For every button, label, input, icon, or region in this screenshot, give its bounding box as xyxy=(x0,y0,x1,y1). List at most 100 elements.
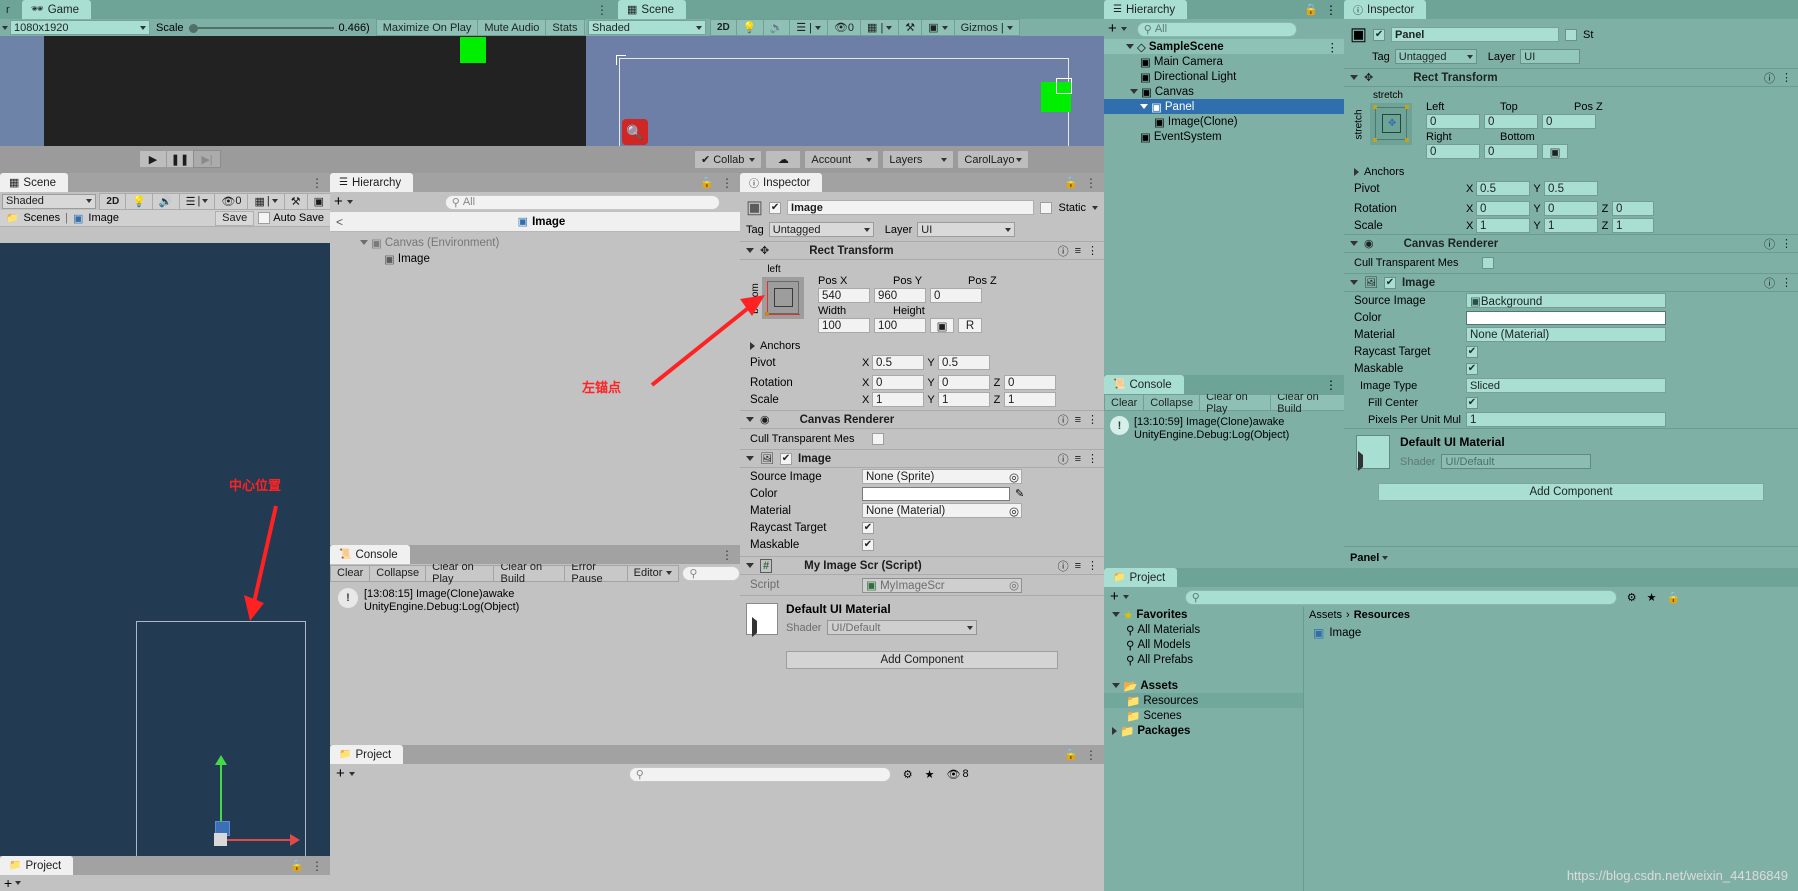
lock-icon[interactable]: 🔒 xyxy=(290,859,304,872)
scene-left-canvas[interactable]: ✻ 中心位置 xyxy=(0,243,330,891)
kebab-menu-icon[interactable]: ⋮ xyxy=(311,859,323,873)
blueprint-mode-toggle[interactable]: ▣ xyxy=(1542,144,1568,159)
layer-dropdown[interactable]: UI xyxy=(1520,49,1581,64)
chevron-down-icon[interactable] xyxy=(746,417,754,422)
breadcrumb-resources[interactable]: Resources xyxy=(1354,609,1410,621)
pivot-x-input[interactable]: 0.5 xyxy=(872,355,924,370)
project-right-tree[interactable]: ★ Favorites ⚲ All Materials ⚲ All Models… xyxy=(1104,607,1304,891)
project-lock-icon[interactable]: 🔒 xyxy=(1667,591,1681,604)
kebab-menu-icon[interactable]: ⋮ xyxy=(1327,40,1345,54)
scene-tab-kebab-icon[interactable]: ⋮ xyxy=(586,0,618,19)
scene-left-shading-dropdown[interactable]: Shaded xyxy=(2,193,97,209)
kebab-menu-icon[interactable]: ⋮ xyxy=(1325,378,1337,392)
scene-camera-button[interactable]: ▣ xyxy=(921,19,955,36)
kebab-menu-icon[interactable]: ⋮ xyxy=(311,176,323,190)
color-swatch[interactable] xyxy=(862,486,1010,501)
console-clear-button[interactable]: Clear xyxy=(330,564,371,582)
aspect-caret-icon[interactable] xyxy=(0,25,10,30)
static-checkbox[interactable] xyxy=(1040,201,1053,214)
hierarchy-item-samplescene[interactable]: ◇ SampleScene ⋮ xyxy=(1104,39,1344,54)
tab-hierarchy-right[interactable]: ☰ Hierarchy xyxy=(1104,0,1188,19)
preset-icon[interactable]: ≡ xyxy=(1075,560,1081,572)
scene-fx-toggle[interactable]: ☰ | xyxy=(789,19,828,36)
game-resolution-dropdown[interactable]: 1080x1920 xyxy=(10,20,150,35)
tab-inspector-center[interactable]: ⓘ Inspector xyxy=(740,173,823,192)
object-name-input[interactable]: Panel xyxy=(1391,27,1560,42)
shader-dropdown[interactable]: UI/Default xyxy=(827,620,978,635)
kebab-menu-icon[interactable]: ⋮ xyxy=(1087,244,1098,257)
kebab-menu-icon[interactable]: ⋮ xyxy=(1781,237,1792,250)
game-view-canvas[interactable] xyxy=(0,36,586,146)
script-field[interactable]: ▣ MyImageScr ◎ xyxy=(862,577,1022,593)
posx-input[interactable]: 540 xyxy=(818,288,870,303)
scene-left-fx-toggle[interactable]: ☰ | xyxy=(178,192,216,210)
anchor-preset-widget[interactable]: ✥ xyxy=(1370,103,1412,145)
chevron-right-icon[interactable] xyxy=(1112,726,1117,735)
chevron-down-icon[interactable] xyxy=(746,563,754,568)
static-checkbox[interactable] xyxy=(1565,28,1578,41)
image-type-dropdown[interactable]: Sliced xyxy=(1466,378,1666,393)
project-center-add-button[interactable]: + xyxy=(336,766,345,781)
project-tree-all-materials[interactable]: ⚲ All Materials xyxy=(1104,622,1303,637)
scene-gizmos-button[interactable]: Gizmos | xyxy=(953,19,1020,36)
scale-x-input[interactable]: 1 xyxy=(872,392,924,407)
project-favorite-icon[interactable]: ★ xyxy=(1647,591,1657,604)
scene-2d-toggle[interactable]: 2D xyxy=(710,19,737,36)
canvas-renderer-header[interactable]: ◉ Canvas Renderer ⓘ ⋮ xyxy=(1344,234,1798,253)
tab-project-right[interactable]: 📁 Project xyxy=(1104,568,1178,587)
project-tree-all-prefabs[interactable]: ⚲ All Prefabs xyxy=(1104,652,1303,667)
breadcrumb-assets[interactable]: Assets xyxy=(1309,609,1342,621)
eye-off-icon[interactable]: 👁 xyxy=(947,768,961,781)
width-input[interactable]: 100 xyxy=(818,318,870,333)
help-icon[interactable]: ⓘ xyxy=(1058,451,1069,467)
raw-edit-toggle[interactable]: R xyxy=(958,318,982,333)
right-input[interactable]: 0 xyxy=(1426,144,1480,159)
layout-button[interactable]: CarolLayo xyxy=(957,150,1030,169)
blueprint-mode-toggle[interactable]: ▣ xyxy=(930,318,954,333)
object-enabled-checkbox[interactable]: ✔ xyxy=(769,201,782,214)
tab-inspector-right[interactable]: ⓘ Inspector xyxy=(1344,0,1427,19)
kebab-menu-icon[interactable]: ⋮ xyxy=(721,548,733,562)
hierarchy-item-canvas[interactable]: ▣ Canvas xyxy=(1104,84,1344,99)
source-image-field[interactable]: ▣Background xyxy=(1466,293,1666,308)
rot-z-input[interactable]: 0 xyxy=(1004,375,1056,390)
help-icon[interactable]: ⓘ xyxy=(1058,558,1069,574)
tab-console-center[interactable]: 📜 Console xyxy=(330,545,410,564)
scale-x-input[interactable]: 1 xyxy=(1476,218,1530,233)
tab-game[interactable]: 🕶 Game xyxy=(22,0,92,19)
object-name-input[interactable]: Image xyxy=(787,200,1035,215)
cloud-button[interactable]: ☁ xyxy=(765,150,802,169)
pivot-x-input[interactable]: 0.5 xyxy=(1476,181,1530,196)
posz-input[interactable]: 0 xyxy=(1542,114,1596,129)
scale-slider[interactable] xyxy=(188,22,334,34)
console-right-clear-on-play-button[interactable]: Clear on Play xyxy=(1199,391,1272,415)
help-icon[interactable]: ⓘ xyxy=(1764,70,1775,86)
inspector-right-footer-object[interactable]: Panel xyxy=(1350,552,1389,564)
collab-button[interactable]: ✔ Collab xyxy=(694,150,763,169)
project-center-search-input[interactable]: ⚲ xyxy=(628,766,891,782)
tab-console-right[interactable]: 📜 Console xyxy=(1104,375,1184,394)
scene-grid-toggle[interactable]: ▦ | xyxy=(860,19,900,36)
hierarchy-item-directional-light[interactable]: ▣ Directional Light xyxy=(1104,69,1344,84)
scale-z-input[interactable]: 1 xyxy=(1004,392,1056,407)
tab-scene-left[interactable]: ▦ Scene xyxy=(0,173,69,192)
lock-icon[interactable]: 🔒 xyxy=(1064,176,1078,189)
project-add-button[interactable]: + xyxy=(4,876,12,890)
scene-lighting-toggle[interactable]: 💡 xyxy=(735,19,764,36)
mute-audio-button[interactable]: Mute Audio xyxy=(477,19,547,36)
console-clear-on-play-button[interactable]: Clear on Play xyxy=(425,561,495,585)
scene-audio-toggle[interactable]: 🔊 xyxy=(762,19,791,36)
maximize-on-play-button[interactable]: Maximize On Play xyxy=(375,19,479,36)
image-component-header[interactable]: 🖼 ✔ Image ⓘ ≡ ⋮ xyxy=(740,449,1104,468)
chevron-down-icon[interactable] xyxy=(1350,75,1358,80)
top-input[interactable]: 0 xyxy=(1484,114,1538,129)
tab-scene-top[interactable]: ▦ Scene xyxy=(618,0,687,19)
chevron-down-icon[interactable] xyxy=(1112,612,1120,617)
script-component-header[interactable]: # My Image Scr (Script) ⓘ ≡ ⋮ xyxy=(740,556,1104,575)
layer-dropdown[interactable]: UI xyxy=(917,222,1016,237)
hierarchy-item-panel[interactable]: ▣ Panel xyxy=(1104,99,1344,114)
image-enabled-checkbox[interactable]: ✔ xyxy=(1383,276,1396,289)
scene-view-top-canvas[interactable]: 🔍 xyxy=(586,36,1104,146)
project-tree-resources[interactable]: 📁 Resources xyxy=(1104,693,1303,708)
stats-button[interactable]: Stats xyxy=(545,19,585,36)
